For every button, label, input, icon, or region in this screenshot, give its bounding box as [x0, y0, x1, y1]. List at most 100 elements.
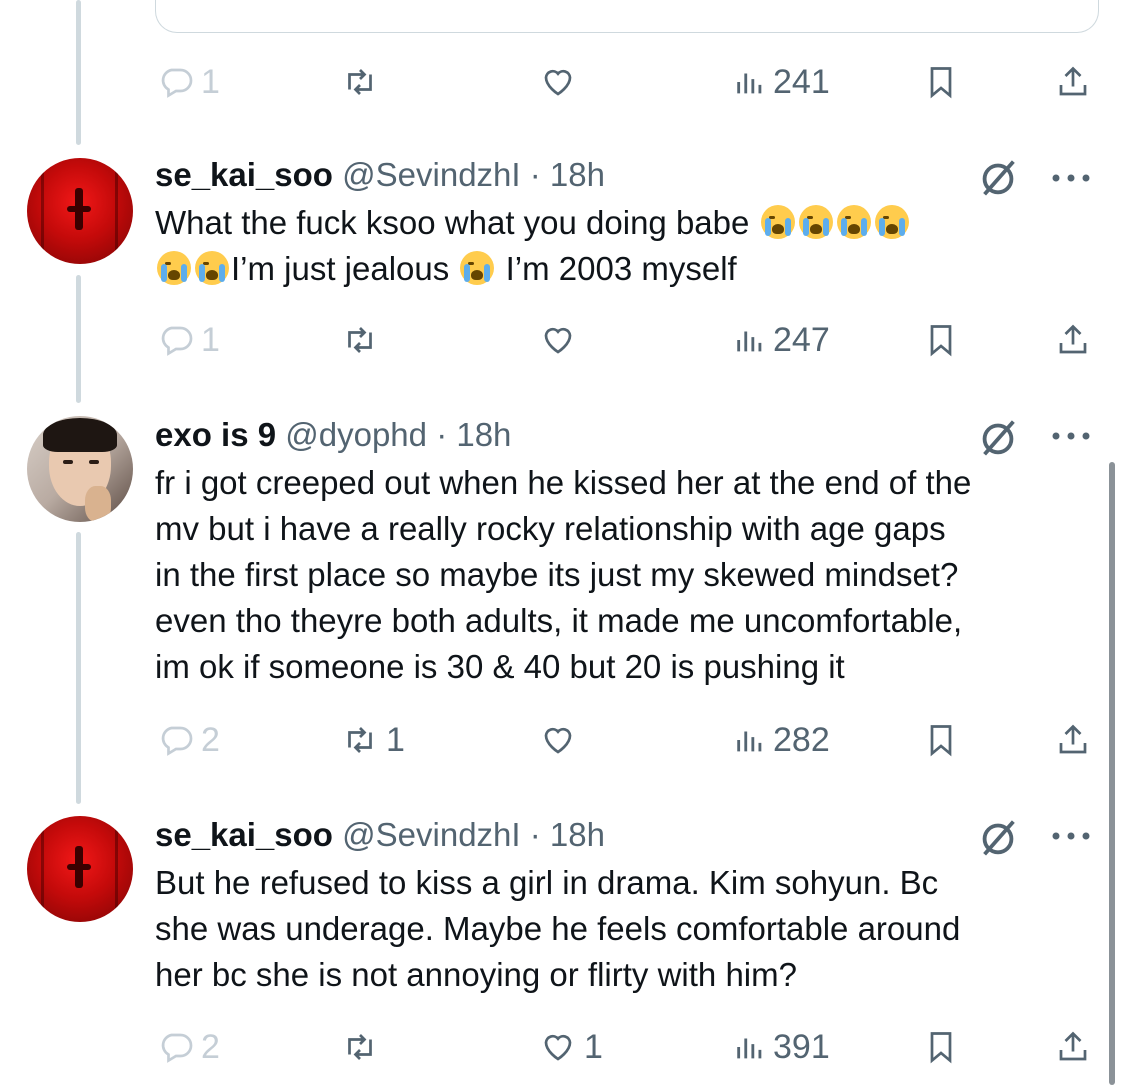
reply-button[interactable]: 2	[157, 1022, 220, 1072]
reply-icon	[161, 68, 193, 98]
tweet-text: fr i got creeped out when he kissed her …	[155, 460, 1085, 690]
like-count: 1	[584, 1027, 603, 1066]
retweet-button[interactable]: 1	[340, 715, 405, 765]
share-icon	[1059, 1031, 1087, 1061]
loudly-crying-face-emoji	[836, 205, 871, 239]
retweet-count: 1	[386, 720, 405, 759]
views-count: 247	[773, 320, 830, 359]
bookmark-button[interactable]	[923, 715, 959, 765]
retweet-icon	[348, 327, 372, 353]
timestamp[interactable]: · 18h	[530, 816, 605, 853]
like-button[interactable]	[538, 57, 578, 107]
more-icon[interactable]	[1048, 168, 1094, 188]
tweet-text-line: she was underage. Maybe he feels comfort…	[155, 910, 961, 947]
reply-count: 2	[201, 1027, 220, 1066]
user-handle[interactable]: @SevindzhI	[342, 816, 520, 853]
retweet-icon	[348, 1034, 372, 1060]
reply-count: 2	[201, 720, 220, 759]
retweet-button[interactable]	[340, 57, 380, 107]
scrollbar[interactable]	[1109, 462, 1115, 1085]
bookmark-icon	[930, 725, 952, 757]
action-bar: 2 1 282	[155, 715, 1095, 765]
display-name[interactable]: se_kai_soo	[155, 156, 333, 193]
user-handle[interactable]: @SevindzhI	[342, 156, 520, 193]
reply-button[interactable]: 1	[157, 315, 220, 365]
action-bar: 2 1 391	[155, 1022, 1095, 1072]
tweet-header: se_kai_soo @SevindzhI · 18h	[155, 816, 605, 854]
tweet-text-line: I’m just jealous	[231, 250, 450, 287]
heart-icon	[544, 727, 572, 754]
views-button[interactable]: 247	[733, 315, 830, 365]
tweet-text-line: What the fuck ksoo what you doing babe	[155, 204, 750, 241]
share-button[interactable]	[1055, 715, 1091, 765]
reply-button[interactable]: 2	[157, 715, 220, 765]
tweet-text-line: But he refused to kiss a girl in drama. …	[155, 864, 939, 901]
reply-icon	[161, 726, 193, 756]
reply-count: 1	[201, 320, 220, 359]
bookmark-icon	[930, 325, 952, 357]
retweet-button[interactable]	[340, 315, 380, 365]
bookmark-button[interactable]	[923, 315, 959, 365]
tweet-text-line: im ok if someone is 30 & 40 but 20 is pu…	[155, 648, 845, 685]
views-icon	[737, 331, 762, 352]
like-button[interactable]	[538, 315, 578, 365]
reply-icon	[161, 1033, 193, 1063]
views-icon	[737, 731, 762, 752]
user-handle[interactable]: @dyophd	[285, 416, 427, 453]
like-button[interactable]	[538, 715, 578, 765]
avatar[interactable]	[27, 816, 133, 922]
bookmark-icon	[930, 1032, 952, 1064]
media-card[interactable]	[155, 0, 1099, 33]
views-button[interactable]: 241	[733, 57, 830, 107]
grok-icon[interactable]	[975, 814, 1021, 860]
loudly-crying-face-emoji	[195, 251, 229, 285]
grok-icon[interactable]	[975, 414, 1021, 460]
retweet-icon	[348, 69, 372, 95]
reply-count: 1	[201, 62, 220, 101]
tweet-text-line: her bc she is not annoying or flirty wit…	[155, 956, 797, 993]
grok-icon[interactable]	[975, 154, 1021, 200]
tweet-text: But he refused to kiss a girl in drama. …	[155, 860, 1085, 998]
retweet-icon	[348, 727, 372, 753]
thread-line	[76, 0, 81, 145]
heart-icon	[544, 69, 572, 96]
tweet-text: What the fuck ksoo what you doing babe I…	[155, 200, 1085, 292]
bookmark-button[interactable]	[923, 57, 959, 107]
share-button[interactable]	[1055, 315, 1091, 365]
views-count: 391	[773, 1027, 830, 1066]
more-icon[interactable]	[1048, 426, 1094, 446]
retweet-button[interactable]	[340, 1022, 380, 1072]
tweet[interactable]: exo is 9 @dyophd · 18h fr i got creeped …	[0, 410, 1124, 800]
tweet-text-line: I’m 2003 myself	[505, 250, 737, 287]
share-icon	[1059, 724, 1087, 754]
more-icon[interactable]	[1048, 826, 1094, 846]
views-icon	[737, 73, 762, 94]
views-button[interactable]: 391	[733, 1022, 830, 1072]
tweet-text-line: even tho theyre both adults, it made me …	[155, 602, 963, 639]
tweet-text-line: fr i got creeped out when he kissed her …	[155, 464, 972, 501]
tweet[interactable]: se_kai_soo @SevindzhI · 18h What the fuc…	[0, 150, 1124, 390]
tweet-header: exo is 9 @dyophd · 18h	[155, 416, 511, 454]
display-name[interactable]: se_kai_soo	[155, 816, 333, 853]
bookmark-icon	[930, 67, 952, 99]
action-bar: 1 247	[155, 315, 1095, 365]
avatar[interactable]	[27, 416, 133, 522]
tweet[interactable]: se_kai_soo @SevindzhI · 18h But he refus…	[0, 810, 1124, 1085]
heart-icon	[544, 1034, 572, 1061]
loudly-crying-face-emoji	[760, 205, 795, 239]
timestamp[interactable]: · 18h	[436, 416, 511, 453]
loudly-crying-face-emoji	[798, 205, 833, 239]
avatar[interactable]	[27, 158, 133, 264]
tweet-text-line: mv but i have a really rocky relationshi…	[155, 510, 946, 547]
bookmark-button[interactable]	[923, 1022, 959, 1072]
reply-button[interactable]: 1	[157, 57, 220, 107]
timestamp[interactable]: · 18h	[530, 156, 605, 193]
share-button[interactable]	[1055, 1022, 1091, 1072]
tweet-header: se_kai_soo @SevindzhI · 18h	[155, 156, 605, 194]
like-button[interactable]: 1	[538, 1022, 603, 1072]
views-button[interactable]: 282	[733, 715, 830, 765]
views-count: 282	[773, 720, 830, 759]
share-button[interactable]	[1055, 57, 1091, 107]
display-name[interactable]: exo is 9	[155, 416, 276, 453]
action-bar: 1 241	[155, 57, 1095, 107]
